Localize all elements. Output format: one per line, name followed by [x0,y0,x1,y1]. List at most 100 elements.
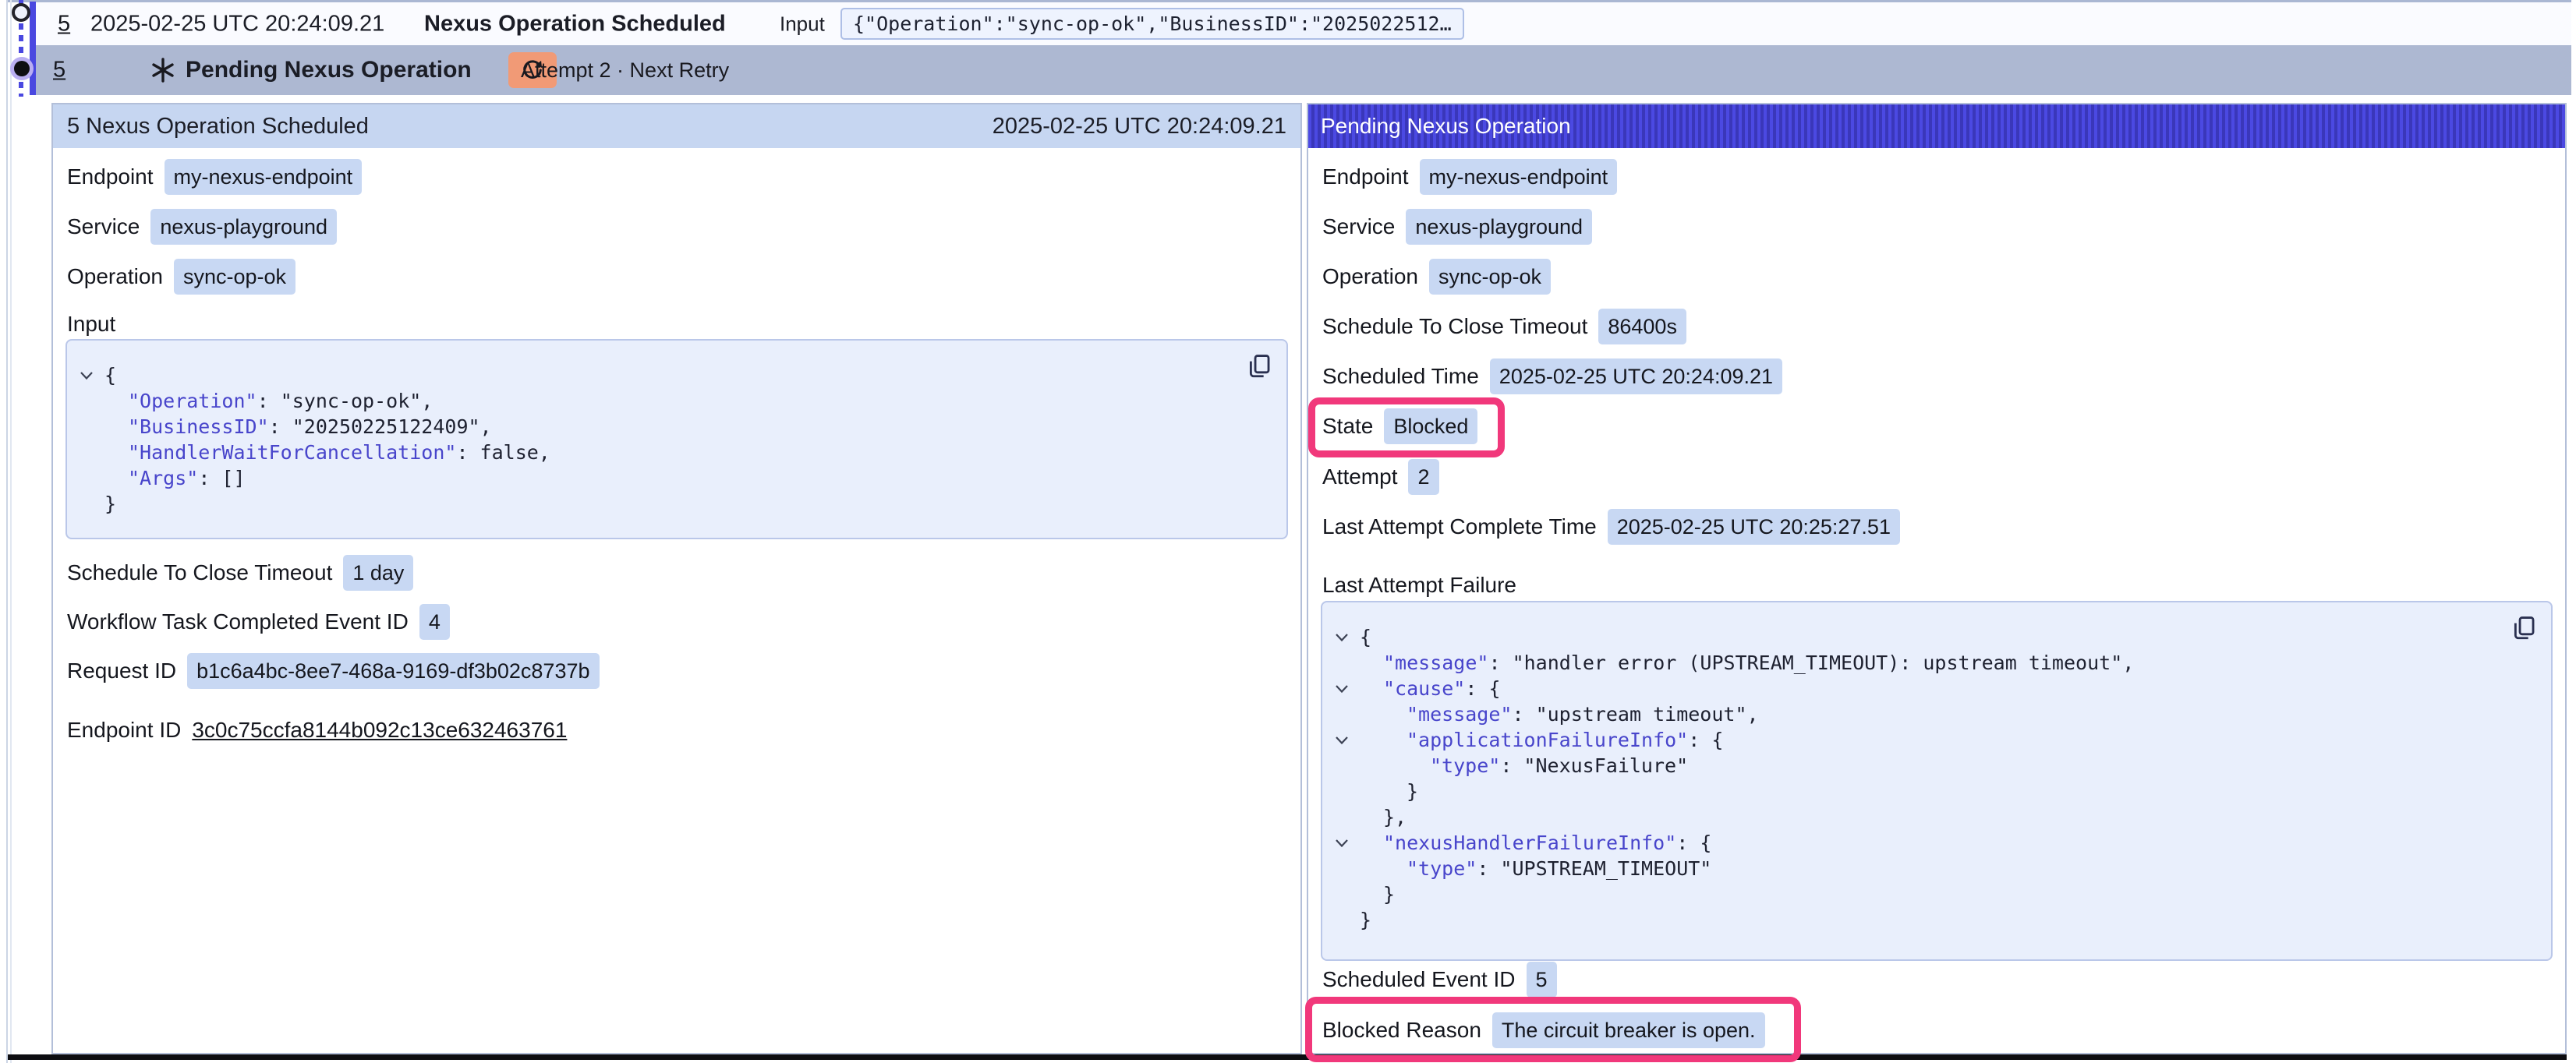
field-label: Service [1322,214,1395,239]
json-line: "type": "NexusFailure" [1332,753,2535,779]
json-token: : [1512,703,1535,726]
json-key: "applicationFailureInfo" [1407,729,1688,751]
field-row-attempt: Attempt 2 [1322,459,1439,495]
json-key: "cause" [1383,677,1465,700]
pending-event-title: Pending Nexus Operation [186,57,472,83]
json-token: { [1711,729,1723,751]
field-value-badge: sync-op-ok [174,259,295,295]
pending-card-header: Pending Nexus Operation [1308,104,2565,148]
field-value-badge: 2025-02-25 UTC 20:24:09.21 [1490,358,1782,394]
event-row-nexus-operation-scheduled[interactable]: 5 2025-02-25 UTC 20:24:09.21 Nexus Opera… [36,2,2571,45]
field-row-scheduled-time: Scheduled Time 2025-02-25 UTC 20:24:09.2… [1322,358,1782,394]
json-token: : [1676,832,1700,854]
field-row-last-attempt-complete: Last Attempt Complete Time 2025-02-25 UT… [1322,509,1900,545]
field-row-endpoint-id: Endpoint ID 3c0c75ccfa8144b092c13ce63246… [67,712,567,748]
json-key: "type" [1430,754,1500,777]
json-token: : [1688,729,1711,751]
field-value-badge: 5 [1527,962,1557,998]
json-token: : [269,415,292,438]
field-label: Schedule To Close Timeout [67,560,332,585]
field-value-badge: my-nexus-endpoint [165,159,363,195]
asterisk-icon [150,57,176,83]
json-line: } [1332,779,2535,804]
field-row-scheduled-event-id: Scheduled Event ID 5 [1322,962,1557,998]
endpoint-id-link[interactable]: 3c0c75ccfa8144b092c13ce632463761 [192,718,567,743]
field-value-badge: 2 [1408,459,1438,495]
copy-icon[interactable] [2511,613,2537,643]
field-label: Attempt [1322,464,1397,489]
state-highlight-box [1308,397,1505,457]
field-row-workflow-task-completed: Workflow Task Completed Event ID 4 [67,604,450,640]
left-border-line [6,0,8,1063]
input-section-label: Input [67,312,115,337]
field-row-endpoint: Endpoint my-nexus-endpoint [67,159,362,195]
json-line: } [1332,907,2535,933]
json-line: "Operation": "sync-op-ok", [76,388,1271,414]
json-line: } [1332,881,2535,907]
field-row-request-id: Request ID b1c6a4bc-8ee7-468a-9169-df3b0… [67,653,600,689]
json-line: { [1332,624,2535,650]
json-token: [] [221,467,245,489]
event-title: Nexus Operation Scheduled [424,11,726,37]
field-value-badge: 86400s [1598,309,1686,344]
chevron-down-icon[interactable] [1332,839,1360,848]
json-token: "handler error (UPSTREAM_TIMEOUT): upstr… [1513,652,2135,674]
json-key: "Operation" [128,390,257,412]
field-value-badge: my-nexus-endpoint [1420,159,1618,195]
json-token: : [456,441,479,464]
json-token: "upstream timeout", [1536,703,1759,726]
json-line: "BusinessID": "20250225122409", [76,414,1271,440]
event-id-link[interactable]: 5 [53,58,65,83]
field-value-badge: 1 day [343,555,413,591]
json-token: { [1700,832,1711,854]
field-row-operation: Operation sync-op-ok [67,259,295,295]
field-row-endpoint: Endpoint my-nexus-endpoint [1322,159,1617,195]
json-line: "message": "upstream timeout", [1332,701,2535,727]
json-key: "HandlerWaitForCancellation" [128,441,456,464]
field-row-operation: Operation sync-op-ok [1322,259,1551,295]
event-row-pending-nexus-operation[interactable]: 5 Pending Nexus Operation Attempt 2 · Ne… [36,45,2571,95]
field-label: Schedule To Close Timeout [1322,314,1587,339]
card-header-time: 2025-02-25 UTC 20:24:09.21 [993,114,1286,139]
field-label: Workflow Task Completed Event ID [67,609,409,634]
json-token: : [257,390,281,412]
json-token: { [1360,626,1371,648]
json-token: "NexusFailure" [1523,754,1688,777]
field-row-schedule-to-close: Schedule To Close Timeout 1 day [67,555,413,591]
left-border-line-inner [10,0,12,1063]
field-label: Request ID [67,659,176,683]
chevron-down-icon[interactable] [76,371,104,380]
field-label: Last Attempt Complete Time [1322,514,1597,539]
pending-operation-detail-card: Pending Nexus Operation Endpoint my-nexu… [1307,103,2567,1054]
failure-json-viewer: {"message": "handler error (UPSTREAM_TIM… [1321,601,2553,961]
json-token: }, [1383,806,1407,828]
scheduled-card-header: 5 Nexus Operation Scheduled 2025-02-25 U… [53,104,1300,148]
field-label: Endpoint [1322,164,1409,189]
json-line: }, [1332,804,2535,830]
chevron-down-icon[interactable] [1332,684,1360,694]
chevron-down-icon[interactable] [1332,736,1360,745]
json-key: "message" [1407,703,1512,726]
json-token: : [1465,677,1488,700]
chevron-down-icon[interactable] [1332,633,1360,642]
field-label: Endpoint ID [67,718,181,743]
json-token: { [1488,677,1500,700]
event-id-link[interactable]: 5 [58,11,70,37]
timeline-current-node-icon [14,61,30,76]
json-token: : [1500,754,1523,777]
card-header-title: 5 Nexus Operation Scheduled [67,114,369,139]
copy-icon[interactable] [1246,351,1272,381]
event-timestamp: 2025-02-25 UTC 20:24:09.21 [90,11,384,37]
bottom-divider [8,1054,2567,1060]
json-line: { [76,362,1271,388]
json-line: "message": "handler error (UPSTREAM_TIME… [1332,650,2535,676]
json-line: } [76,491,1271,517]
field-value-badge: 2025-02-25 UTC 20:25:27.51 [1608,509,1900,545]
json-token: } [1360,909,1371,931]
json-token: : [1477,857,1500,880]
json-line: "cause": { [1332,676,2535,701]
json-token: "UPSTREAM_TIMEOUT" [1500,857,1711,880]
json-token: } [104,493,116,515]
field-value-badge: nexus-playground [1406,209,1592,245]
failure-section-label: Last Attempt Failure [1322,573,1516,598]
